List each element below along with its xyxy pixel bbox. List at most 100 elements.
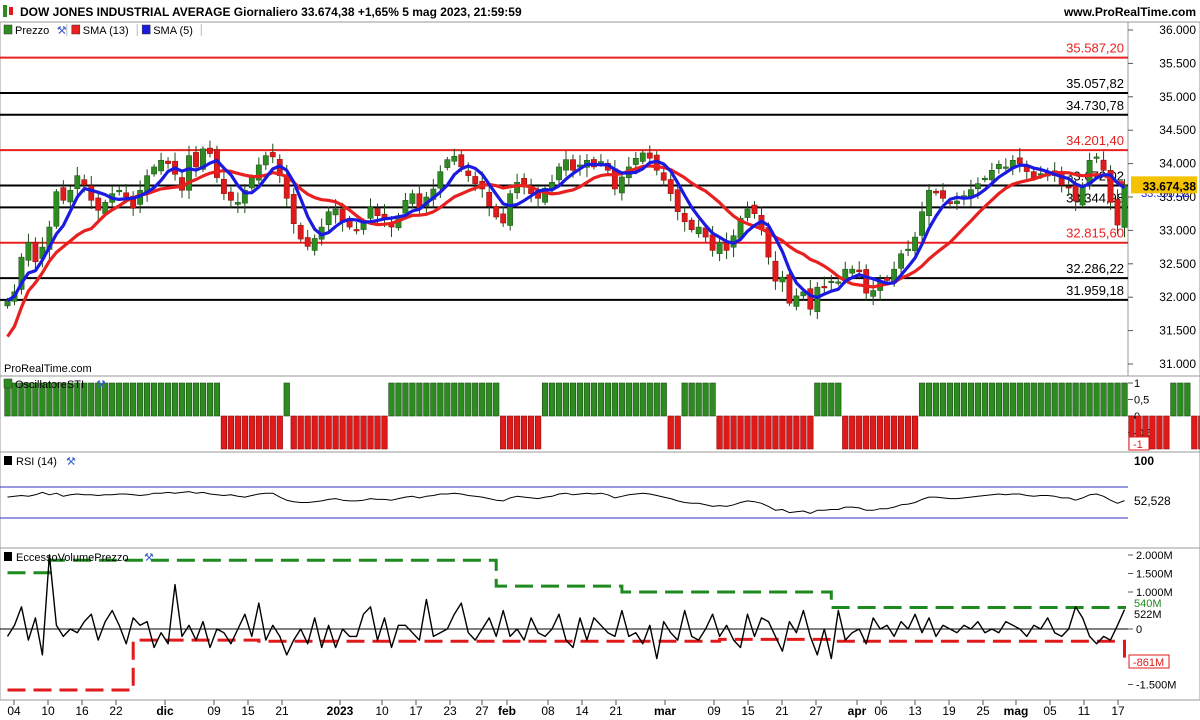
watermark: ProRealTime.com [4, 363, 92, 375]
candle-body [988, 170, 995, 181]
candle-body [304, 237, 311, 247]
price-tick-label: 33.000 [1159, 223, 1196, 237]
x-tick-label: 21 [609, 704, 623, 718]
sti-bar [597, 382, 604, 417]
candle-body [995, 164, 1002, 169]
candle-body [437, 171, 444, 189]
candle-body [786, 274, 793, 304]
candle-body [1093, 156, 1100, 159]
wrench-icon[interactable]: ⚒ [96, 379, 106, 391]
candle-body [4, 300, 11, 307]
sti-bar [199, 382, 207, 417]
candle-body [32, 242, 39, 263]
candle-body [227, 191, 234, 201]
sti-bar [898, 415, 905, 450]
candle-body [779, 276, 786, 283]
last-price-label: 33.674,38 [1143, 179, 1197, 193]
legend-label: SMA (13) [83, 25, 129, 37]
sti-bar [1156, 415, 1163, 450]
candle-body [898, 253, 905, 269]
candle-body [353, 229, 360, 232]
candle-body [332, 208, 339, 216]
candle-body [807, 288, 814, 310]
wrench-icon[interactable]: ⚒ [66, 456, 76, 468]
sti-bar [304, 415, 311, 450]
sti-bar [416, 382, 423, 417]
sti-bar [967, 382, 975, 417]
candle-body [821, 286, 828, 289]
candle-body [221, 178, 227, 194]
x-tick-label: 05 [1043, 704, 1057, 718]
brand-link[interactable]: www.ProRealTime.com [1063, 5, 1196, 19]
x-tick-label: 15 [741, 704, 755, 718]
candle-body [856, 269, 863, 273]
wrench-icon[interactable]: ⚒ [144, 552, 154, 564]
sti-bar [402, 382, 409, 417]
x-tick-label: 22 [109, 704, 123, 718]
sti-bar [318, 415, 325, 450]
sti-legend-swatch [3, 378, 13, 389]
wrench-icon[interactable]: ⚒ [57, 25, 67, 37]
candle-body [1100, 159, 1107, 171]
candle-body [598, 161, 604, 164]
sti-bar [863, 415, 870, 450]
sti-bar [157, 382, 165, 417]
x-tick-label: 21 [775, 704, 789, 718]
x-tick-label: 17 [409, 704, 423, 718]
candle-body [158, 160, 164, 172]
sti-bar [904, 415, 912, 450]
candle-body [67, 190, 74, 203]
sti-bar [269, 415, 276, 450]
vol-lower-last-label: -861M [1133, 657, 1164, 669]
sti-bar [479, 382, 486, 417]
candle-body [723, 242, 730, 251]
sti-bar [514, 415, 521, 450]
sti-bar [939, 382, 947, 417]
candle-body [981, 178, 988, 181]
sti-bar [786, 415, 793, 450]
sti-bar [178, 382, 186, 417]
sti-bar [1079, 382, 1086, 417]
sti-tick-label: 1 [1134, 378, 1140, 390]
sti-bar [185, 382, 193, 417]
sti-bar [109, 382, 116, 417]
sti-bar [171, 382, 179, 417]
sti-bar [974, 382, 981, 417]
sti-bar [1100, 382, 1107, 417]
candle-body [444, 159, 451, 168]
sti-bar [856, 415, 863, 450]
sti-bar [311, 415, 318, 450]
candle-body [472, 176, 479, 184]
sti-bar [576, 382, 584, 417]
candle-body [744, 208, 751, 218]
sti-bar [1023, 382, 1030, 417]
x-tick-label: mar [654, 704, 676, 718]
legend-label: Prezzo [15, 25, 49, 37]
sti-bar [346, 415, 353, 450]
candle-body [193, 152, 199, 168]
candle-body [667, 179, 674, 194]
x-tick-label: 04 [7, 704, 21, 718]
rsi-legend-swatch [4, 456, 12, 465]
sti-bar [870, 415, 877, 450]
candle-body [74, 175, 81, 189]
candle-body [116, 190, 123, 193]
sti-bar [1170, 382, 1177, 417]
sti-bar [744, 415, 751, 450]
candle-body [1114, 198, 1121, 226]
sti-bar [555, 382, 563, 417]
candle-body [933, 190, 939, 194]
sti-bar [1121, 382, 1128, 417]
x-tick-label: 16 [75, 704, 89, 718]
sti-bar [1093, 382, 1100, 417]
level-label: 34.201,40 [1066, 133, 1124, 148]
candle-body [458, 154, 465, 168]
sti-bar [1051, 382, 1058, 417]
candle-body [695, 226, 702, 234]
sti-bar [960, 382, 968, 417]
candle-body [207, 147, 213, 154]
sti-bar [639, 382, 646, 417]
sti-bar [1037, 382, 1044, 417]
rsi-pane-frame [0, 451, 1200, 549]
x-tick-label: 10 [375, 704, 389, 718]
